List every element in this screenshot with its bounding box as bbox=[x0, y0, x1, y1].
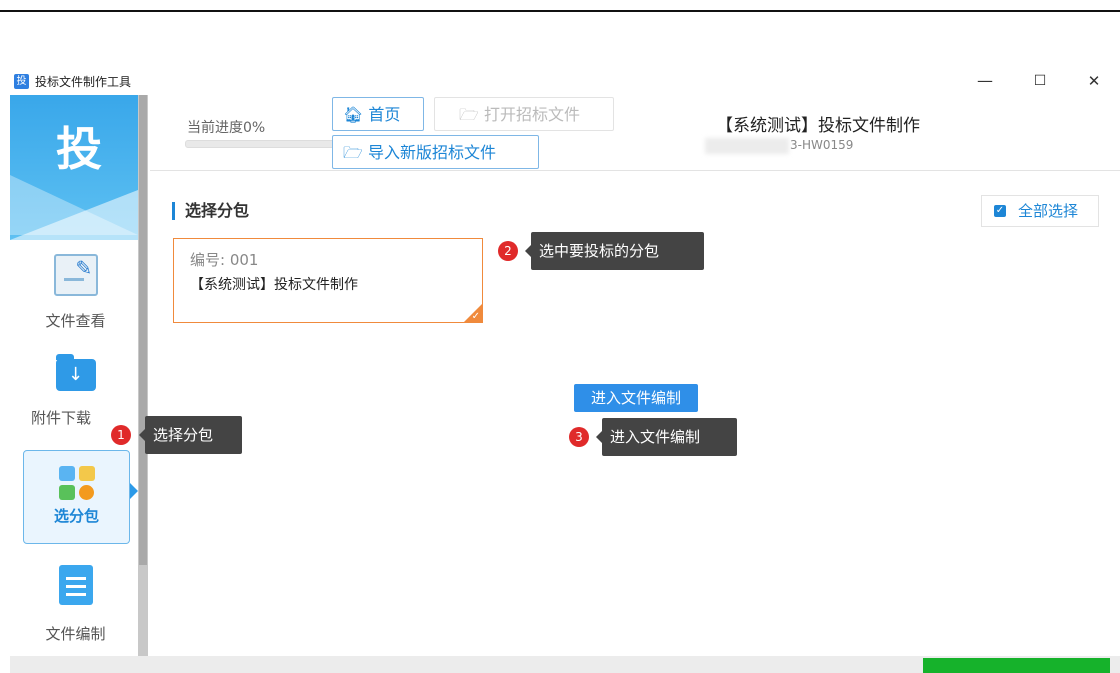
check-icon: ✓ bbox=[471, 311, 480, 322]
status-bar bbox=[10, 656, 1120, 673]
open-button-label: 打开招标文件 bbox=[483, 105, 580, 124]
guide-tooltip: 进入文件编制 bbox=[596, 418, 737, 456]
sidebar-item-file-view[interactable]: ✎ 文件查看 bbox=[23, 250, 128, 332]
sidebar-item-file-compile[interactable]: 文件编制 bbox=[23, 563, 128, 653]
sidebar-logo: 投 bbox=[56, 122, 102, 176]
sidebar-header: 投 bbox=[10, 95, 138, 240]
home-button-label: 首页 bbox=[368, 105, 401, 124]
package-name: 【系统测试】投标文件制作 bbox=[190, 277, 358, 293]
import-new-tender-file-button[interactable]: 🗁 导入新版招标文件 bbox=[332, 135, 539, 169]
redacted-text bbox=[705, 138, 789, 154]
select-all-label: 全部选择 bbox=[1018, 202, 1079, 220]
project-title: 【系统测试】投标文件制作 bbox=[716, 116, 920, 136]
folder-download-icon: ↓ bbox=[55, 354, 96, 391]
sidebar-scrollbar[interactable] bbox=[138, 95, 148, 656]
scrollbar-thumb[interactable] bbox=[139, 95, 147, 565]
sidebar: 投 ✎ 文件查看 ↓ 附件下载 选分包 文件编制 bbox=[10, 95, 148, 656]
maximize-button[interactable]: ☐ bbox=[1025, 70, 1055, 92]
minimize-button[interactable]: — bbox=[970, 70, 1000, 92]
home-button[interactable]: 🏠︎ 首页 bbox=[332, 97, 424, 131]
guide-tooltip: 选中要投标的分包 bbox=[525, 232, 704, 270]
close-button[interactable]: ✕ bbox=[1079, 70, 1109, 92]
step-badge: 3 bbox=[569, 427, 589, 447]
document-compose-icon bbox=[58, 565, 93, 605]
checkbox-checked-icon: ✓ bbox=[994, 205, 1006, 217]
import-button-label: 导入新版招标文件 bbox=[367, 143, 496, 162]
step-badge: 1 bbox=[111, 425, 131, 445]
guide-tooltip: 选择分包 bbox=[139, 416, 242, 454]
header: 当前进度0% 🏠︎ 首页 🗁 打开招标文件 🗁 导入新版招标文件 【系统测试】投… bbox=[150, 95, 1120, 171]
select-all-checkbox[interactable]: ✓ 全部选择 bbox=[981, 195, 1099, 227]
enter-file-compile-button[interactable]: 进入文件编制 bbox=[574, 384, 698, 412]
sidebar-item-label: 选分包 bbox=[53, 507, 99, 525]
progress-bar bbox=[185, 140, 337, 148]
window-title: 投标文件制作工具 bbox=[35, 75, 132, 89]
home-icon: 🏠︎ bbox=[343, 105, 364, 124]
sidebar-item-label: 附件下载 bbox=[31, 409, 92, 427]
app-icon: 投 bbox=[14, 74, 29, 89]
section-title: 选择分包 bbox=[172, 202, 249, 220]
folder-open-icon: 🗁 bbox=[459, 105, 479, 124]
sidebar-item-label: 文件查看 bbox=[45, 312, 106, 330]
package-grid-icon bbox=[55, 463, 99, 503]
status-progress-bar bbox=[923, 658, 1110, 673]
sidebar-item-label: 文件编制 bbox=[45, 625, 106, 643]
title-bar: 投 投标文件制作工具 — ☐ ✕ bbox=[0, 68, 1120, 94]
top-divider bbox=[0, 10, 1120, 12]
package-card[interactable]: 编号: 001 【系统测试】投标文件制作 ✓ bbox=[173, 238, 483, 323]
progress-label: 当前进度0% bbox=[187, 120, 266, 136]
project-code: 3-HW0159 bbox=[790, 138, 854, 152]
package-number: 编号: 001 bbox=[190, 251, 259, 269]
step-badge: 2 bbox=[498, 241, 518, 261]
folder-open-icon: 🗁 bbox=[343, 143, 363, 162]
document-edit-icon: ✎ bbox=[53, 254, 98, 296]
open-tender-file-button[interactable]: 🗁 打开招标文件 bbox=[434, 97, 614, 131]
sidebar-item-select-package[interactable]: 选分包 bbox=[23, 450, 130, 544]
active-indicator-arrow bbox=[130, 483, 138, 499]
